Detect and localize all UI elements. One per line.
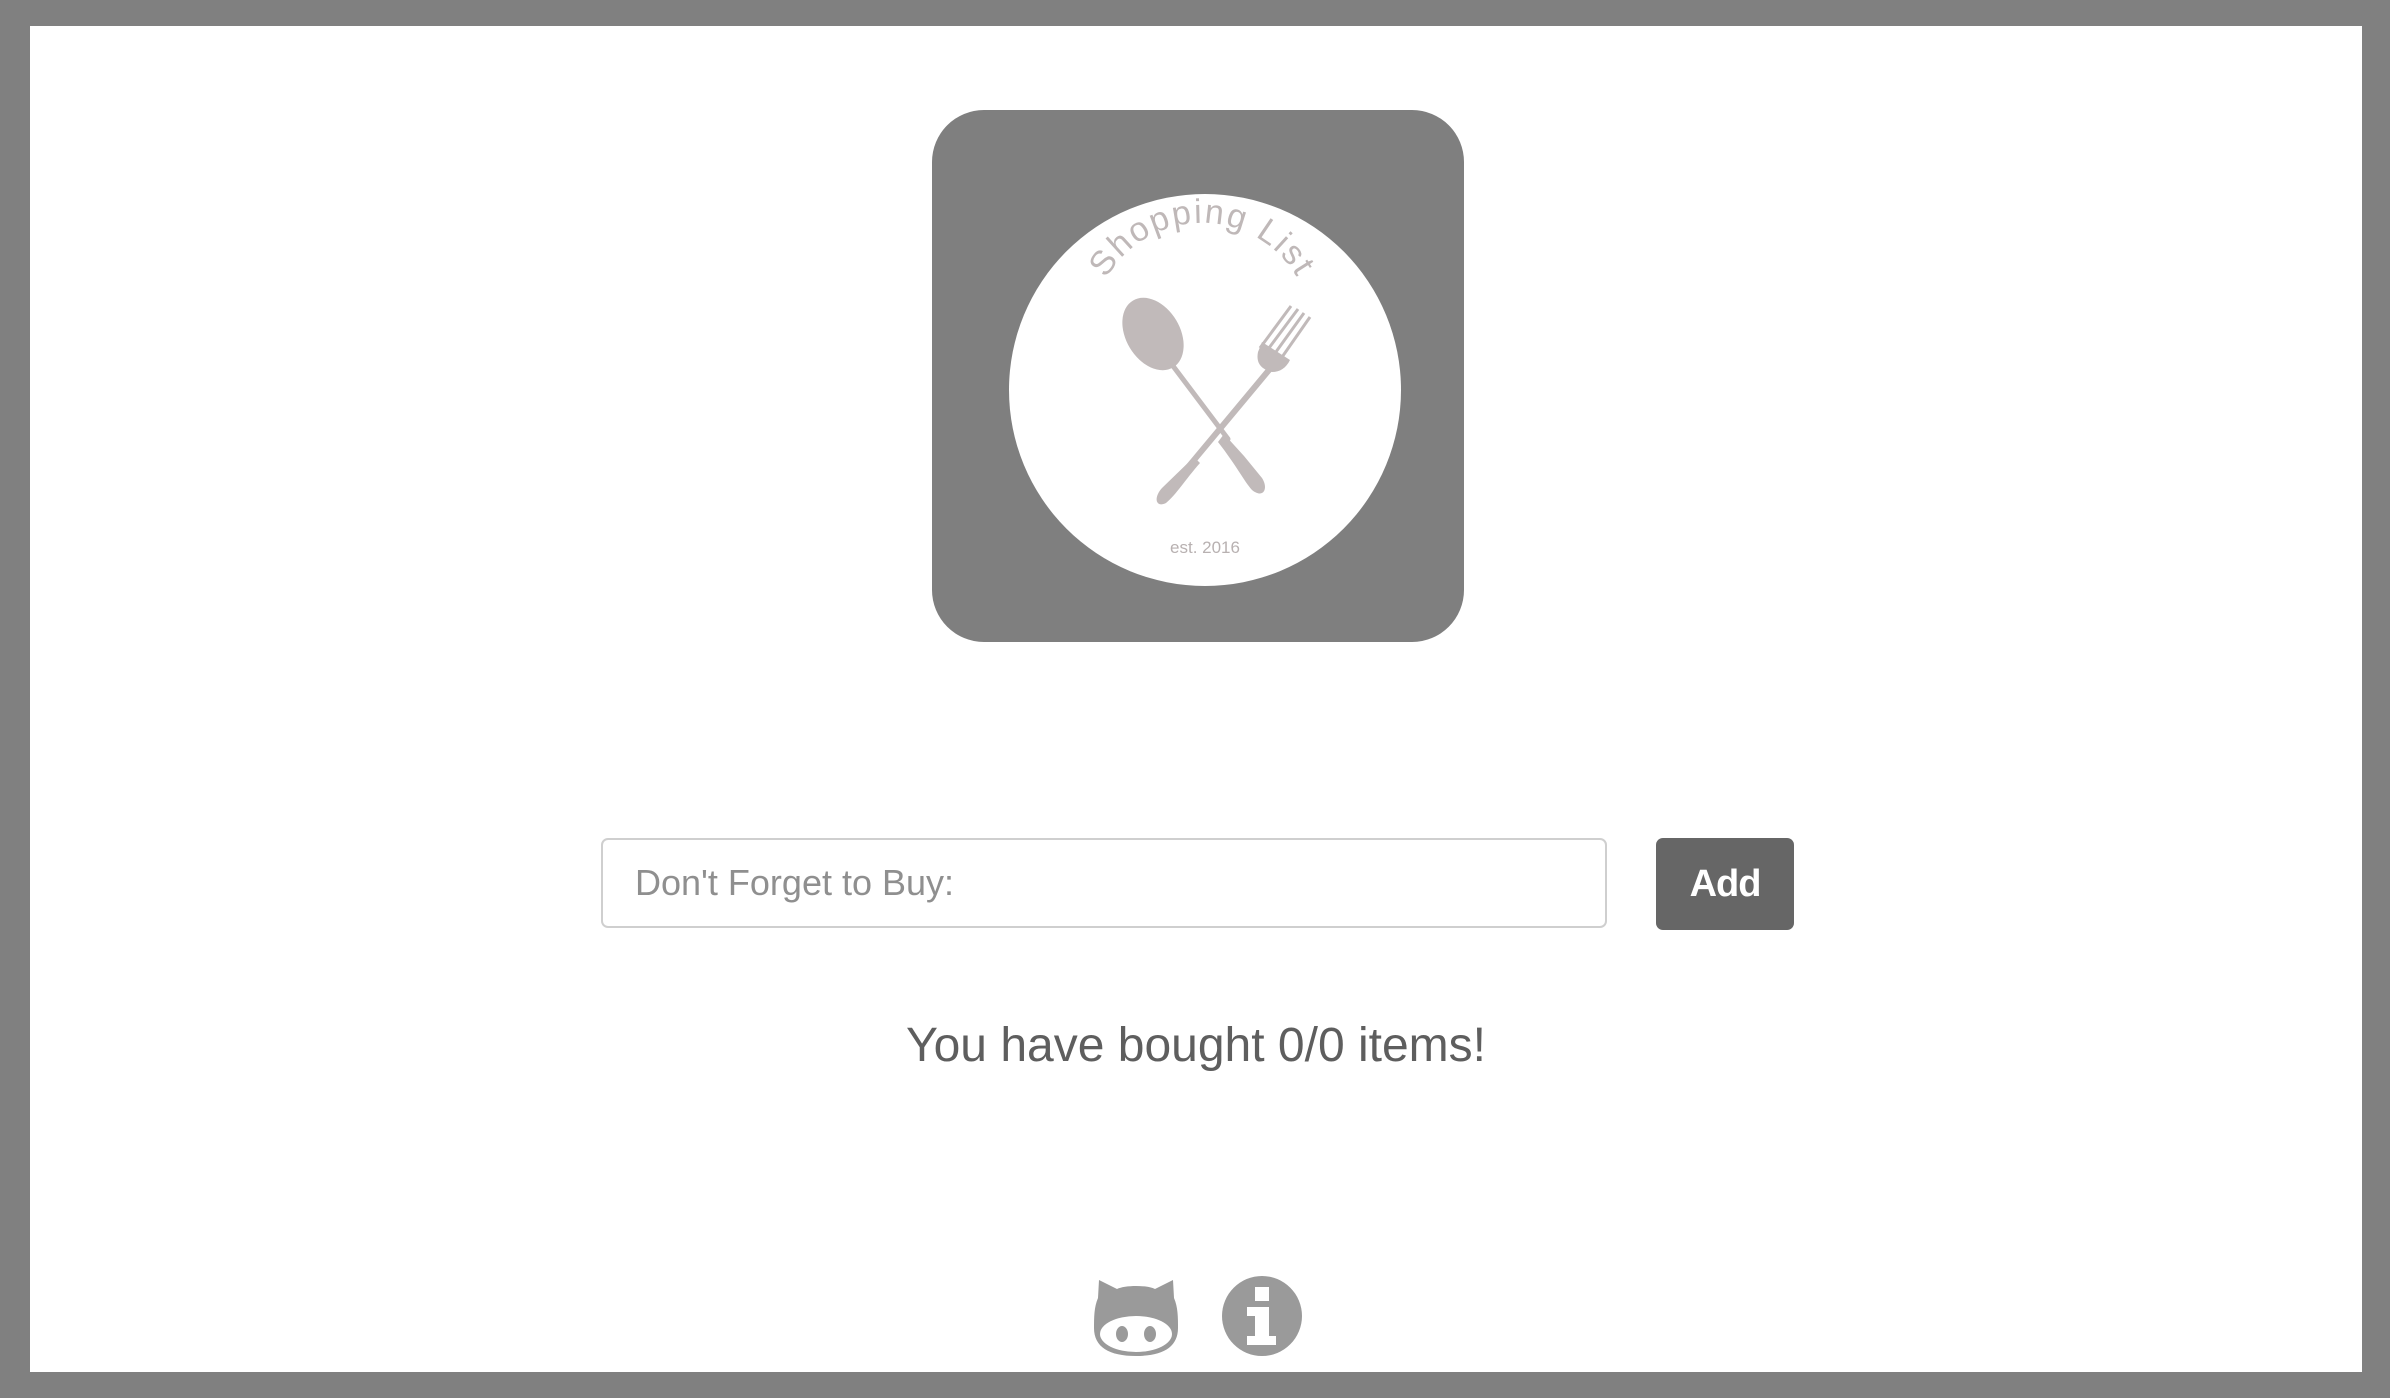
github-link[interactable] <box>1094 1276 1178 1360</box>
app-frame: Shopping List est. 2016 Add You have bou… <box>30 26 2362 1372</box>
items-bought-status: You have bought 0/0 items! <box>906 1019 1486 1072</box>
logo-established-text: est. 2016 <box>1170 538 1240 557</box>
github-icon <box>1094 1280 1178 1356</box>
info-icon <box>1222 1276 1302 1356</box>
add-button[interactable]: Add <box>1656 838 1794 930</box>
item-input[interactable] <box>601 838 1607 928</box>
shopping-list-logo: Shopping List est. 2016 <box>932 110 1464 642</box>
logo-graphic: Shopping List est. 2016 <box>1009 193 1401 586</box>
info-link[interactable] <box>1220 1274 1304 1358</box>
